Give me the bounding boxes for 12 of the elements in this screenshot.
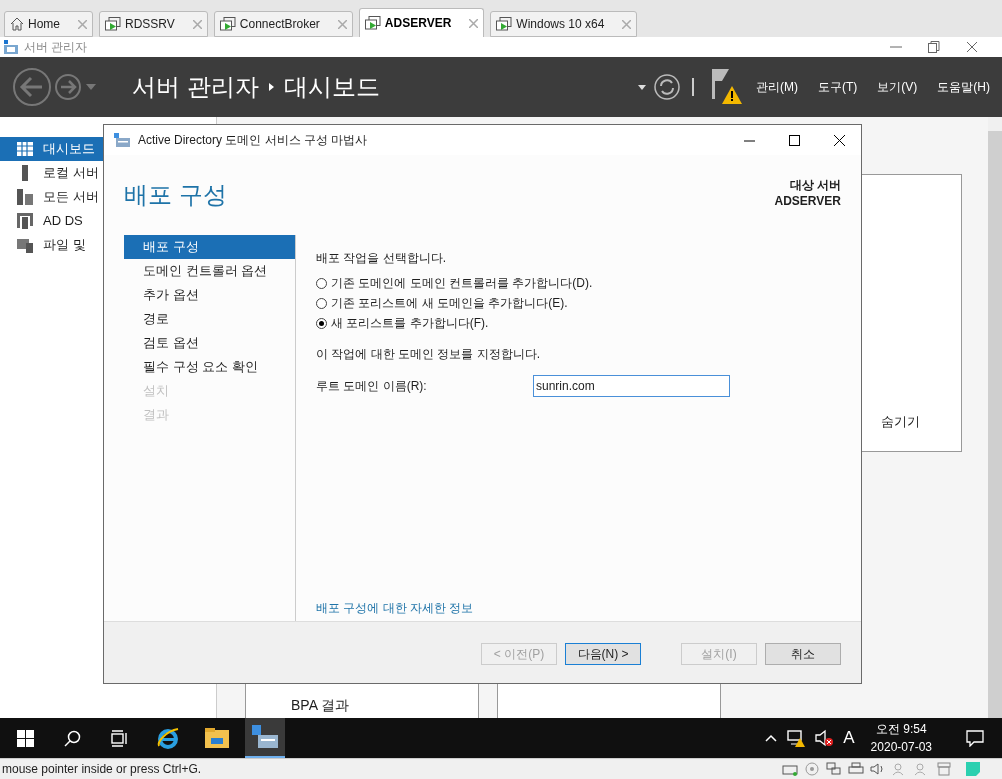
prompt-text: 배포 작업을 선택합니다. (316, 250, 447, 267)
info-text: 이 작업에 대한 도메인 정보를 지정합니다. (316, 346, 541, 363)
status-text: mouse pointer inside or press Ctrl+G. (1, 761, 202, 778)
breadcrumb-item: 서버 관리자 (132, 72, 259, 102)
target-server: ADSERVER (774, 193, 841, 209)
target-label: 대상 서버 (789, 177, 841, 193)
window-title: 서버 관리자 (24, 39, 88, 56)
field-label: 루트 도메인 이름(R): (316, 378, 428, 395)
breadcrumb-item: 대시보드 (283, 72, 380, 102)
page-heading: 배포 구성 (124, 180, 227, 210)
dialog-title: Active Directory 도메인 서비스 구성 마법사 (138, 132, 368, 149)
tile-text: BPA 결과 (291, 696, 350, 715)
